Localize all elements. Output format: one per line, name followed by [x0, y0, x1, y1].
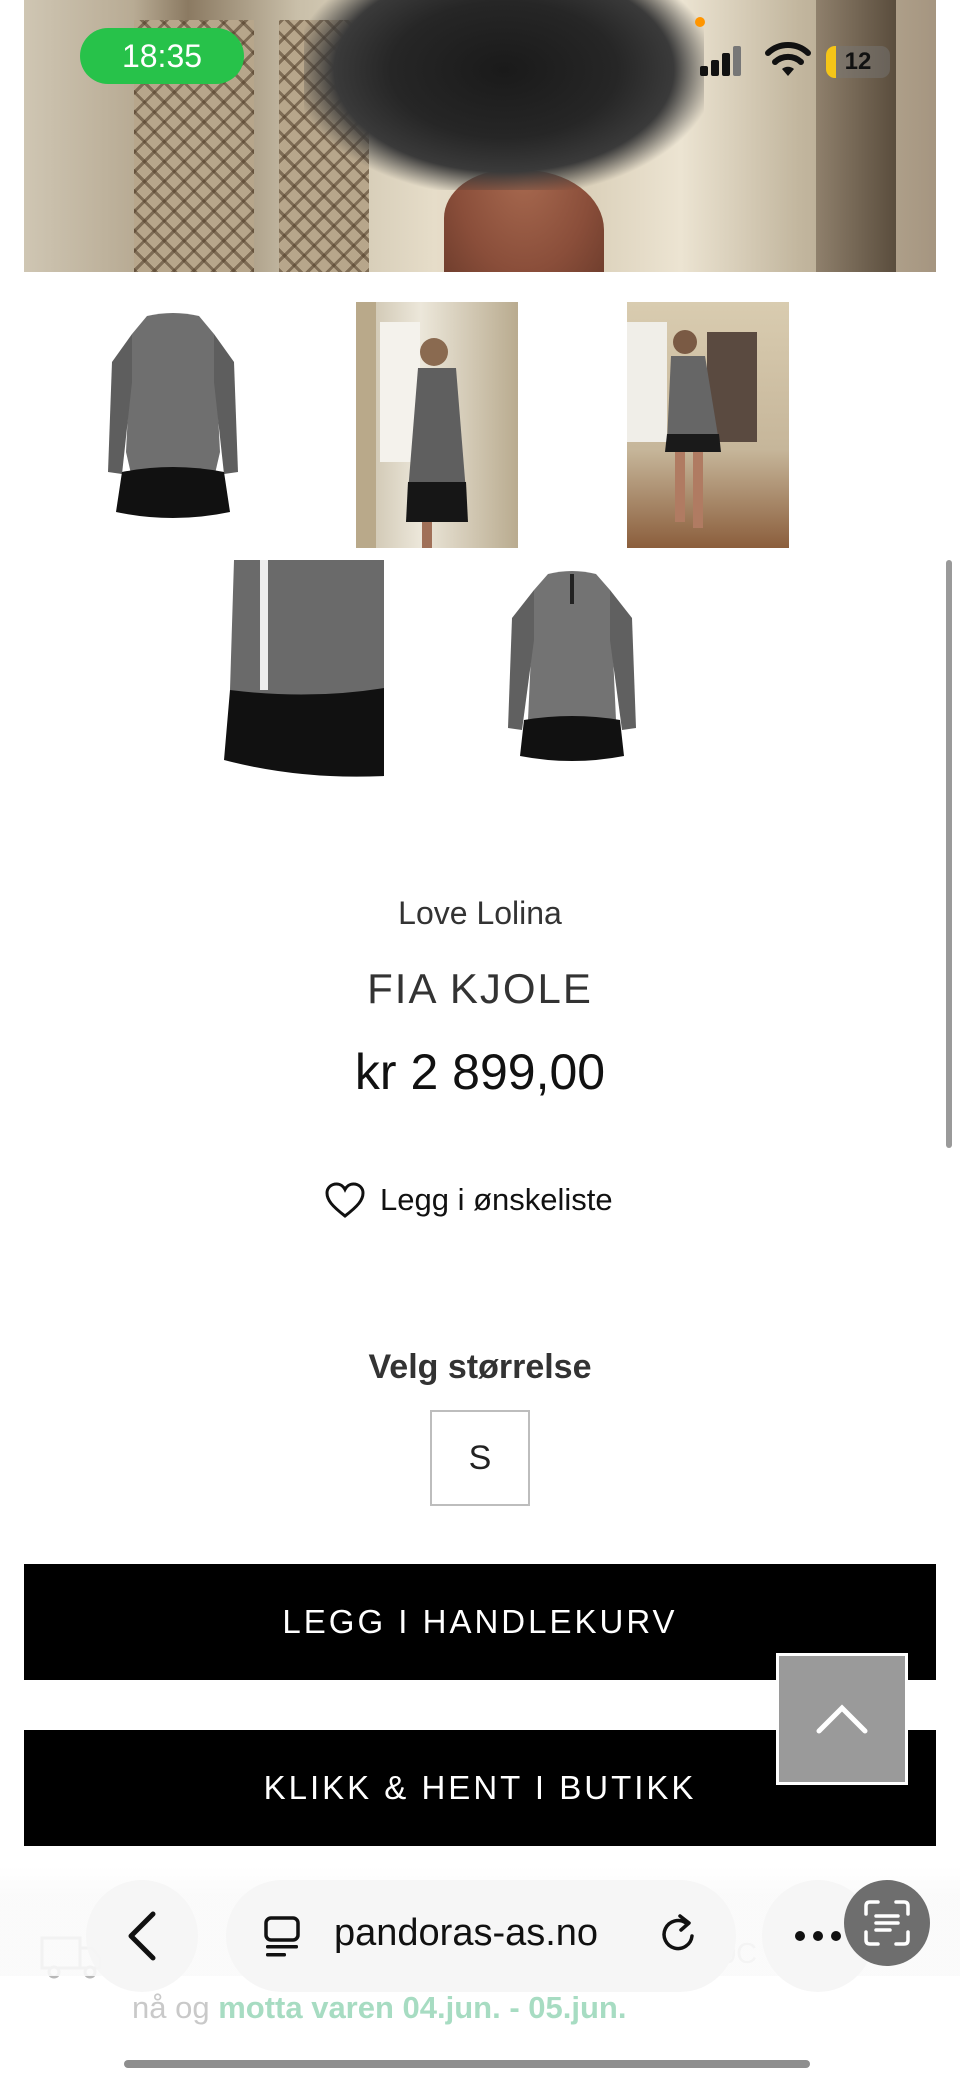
page-menu-icon [264, 1916, 300, 1957]
wifi-icon [765, 42, 811, 76]
live-text-scan-button[interactable] [844, 1880, 930, 1966]
model-window-image [627, 322, 757, 528]
delivery-estimate-dates: motta varen 04.jun. - 05.jun. [218, 1990, 627, 2025]
thumbnail-back-product[interactable] [490, 560, 654, 792]
browser-back-button[interactable] [86, 1880, 198, 1992]
thumbnail-hem-detail[interactable] [220, 560, 384, 792]
dress-back-image [490, 560, 654, 792]
more-dot-icon [795, 1931, 805, 1941]
delivery-estimate: nå og motta varen 04.jun. - 05.jun. [132, 1990, 626, 2026]
dress-front-image [92, 302, 254, 548]
product-price: kr 2 899,00 [354, 1044, 606, 1100]
cellular-signal-icon [700, 44, 744, 76]
product-brand[interactable]: Love Lolina [0, 895, 960, 932]
thumbnail-model-window[interactable] [627, 302, 789, 548]
size-option-s[interactable]: S [430, 1410, 530, 1506]
thumbnail-model-side[interactable] [356, 302, 518, 548]
battery-icon: 12 [826, 46, 890, 78]
chevron-up-icon [816, 1704, 868, 1734]
add-to-wishlist-button[interactable]: Legg i ønskeliste [324, 1178, 613, 1222]
address-bar[interactable]: pandoras-as.no [226, 1880, 736, 1992]
heart-icon [325, 1182, 365, 1218]
reload-icon[interactable] [656, 1912, 702, 1958]
delivery-estimate-prefix: nå og [132, 1990, 219, 2025]
hem-detail-image [220, 560, 384, 792]
status-time: 18:35 [80, 28, 244, 84]
more-dot-icon [831, 1931, 841, 1941]
chevron-left-icon [128, 1911, 156, 1961]
more-dot-icon [813, 1931, 823, 1941]
status-bar: 18:35 12 [0, 0, 960, 120]
model-side-image [356, 302, 468, 548]
size-selector-label: Velg størrelse [368, 1348, 592, 1386]
thumbnail-front-product[interactable] [92, 302, 254, 548]
wishlist-label: Legg i ønskeliste [380, 1182, 613, 1217]
product-title: FIA KJOLE [367, 965, 593, 1012]
scan-text-icon [864, 1900, 910, 1946]
url-text: pandoras-as.no [334, 1912, 599, 1954]
home-indicator[interactable] [124, 2060, 810, 2068]
privacy-indicator-dot [695, 17, 705, 27]
battery-level: 12 [844, 48, 872, 75]
scroll-to-top-button[interactable] [776, 1653, 908, 1785]
